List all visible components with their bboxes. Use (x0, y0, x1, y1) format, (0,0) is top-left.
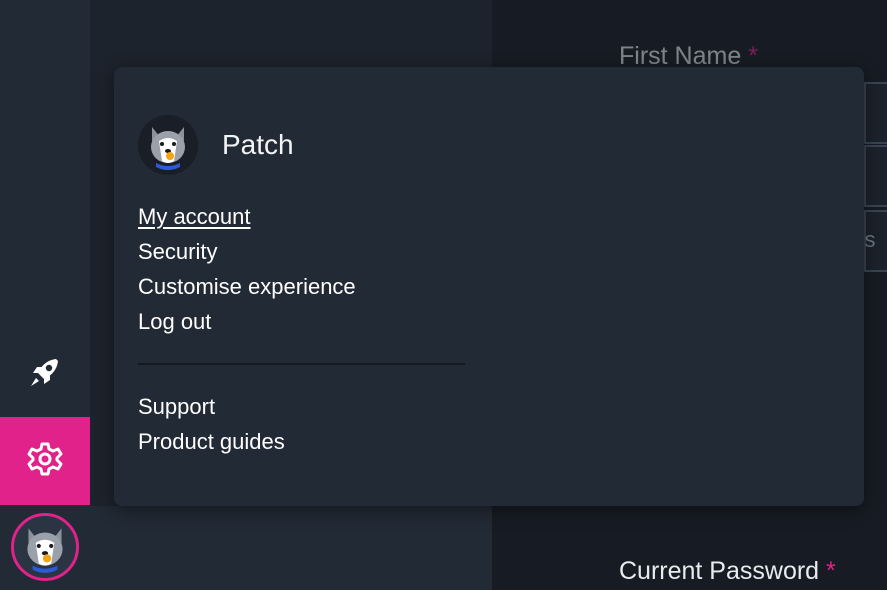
current-password-label: Current Password * (619, 557, 836, 586)
menu-item-security[interactable]: Security (138, 234, 356, 269)
required-marker: * (748, 42, 758, 70)
husky-avatar-image (138, 115, 198, 175)
account-menu-popover: Patch My account Security Customise expe… (114, 67, 864, 506)
current-password-label-text: Current Password (619, 557, 820, 585)
sidebar (0, 0, 90, 590)
account-menu-list: My account Security Customise experience… (138, 199, 356, 339)
help-menu-list: Support Product guides (138, 389, 285, 459)
husky-avatar-image (14, 516, 76, 578)
user-avatar-button[interactable] (11, 513, 79, 581)
last-name-input[interactable] (864, 145, 887, 207)
first-name-label-text: First Name (619, 42, 742, 70)
first-name-input[interactable] (864, 82, 887, 144)
required-marker: * (826, 557, 836, 585)
settings-rail-button[interactable] (0, 417, 90, 505)
rocket-icon (25, 352, 65, 397)
launch-rail-button[interactable] (0, 330, 90, 418)
menu-item-log-out[interactable]: Log out (138, 304, 356, 339)
menu-item-product-guides[interactable]: Product guides (138, 424, 285, 459)
bottom-strip (90, 506, 492, 590)
menu-item-support[interactable]: Support (138, 389, 285, 424)
menu-divider (138, 363, 465, 365)
gear-icon (25, 439, 65, 484)
profile-header: Patch (138, 115, 294, 175)
menu-item-my-account[interactable]: My account (138, 199, 356, 234)
avatar (138, 115, 198, 175)
menu-item-customise-experience[interactable]: Customise experience (138, 269, 356, 304)
user-name: Patch (222, 129, 294, 160)
